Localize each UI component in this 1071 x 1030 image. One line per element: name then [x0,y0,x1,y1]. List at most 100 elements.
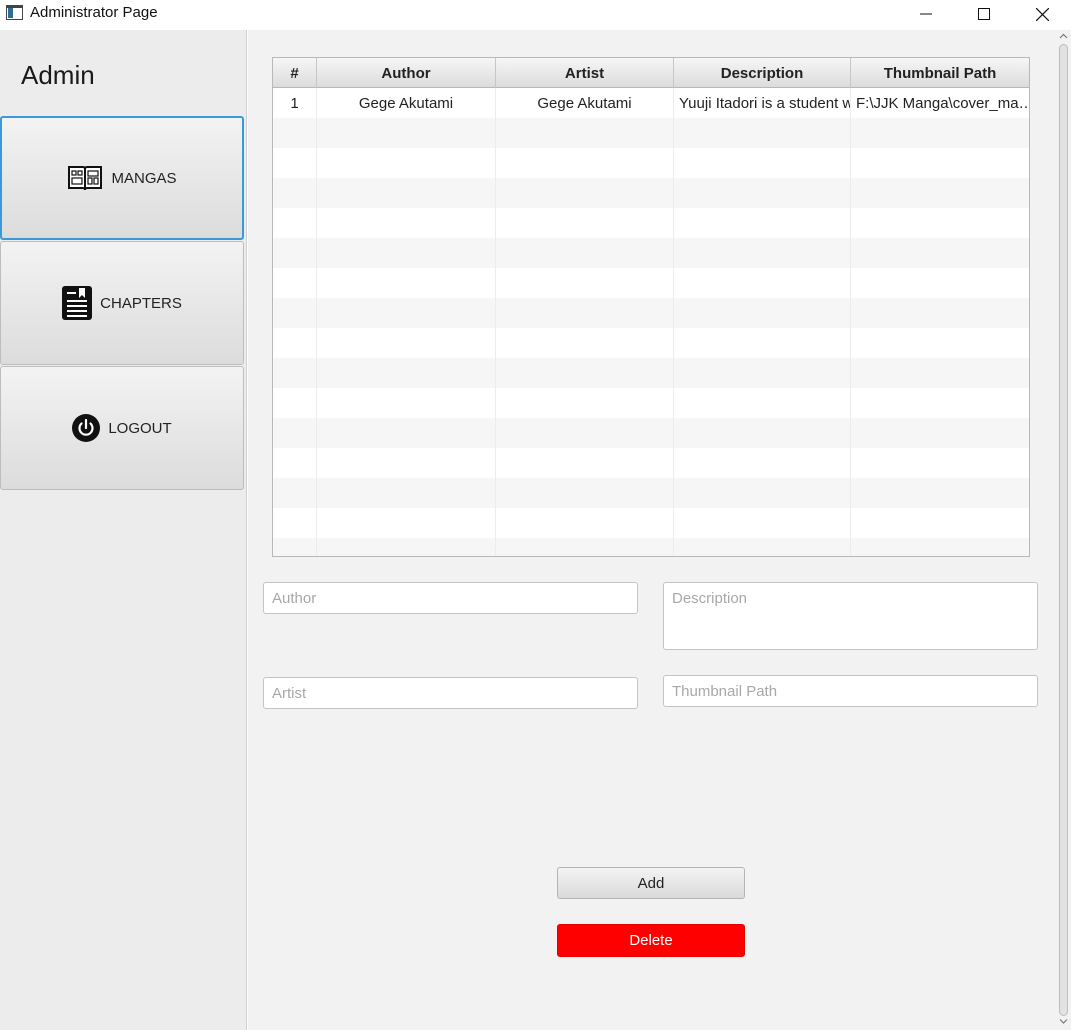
empty-cell [496,268,674,298]
minimize-icon [920,13,932,15]
empty-cell [273,298,317,328]
description-input[interactable] [663,582,1038,650]
empty-cell [317,478,496,508]
empty-cell [317,208,496,238]
sidebar-item-mangas[interactable]: MANGAS [0,116,244,240]
empty-cell [674,418,851,448]
table-body: 1 Gege Akutami Gege Akutami Yuuji Itador… [273,88,1029,556]
empty-cell [273,118,317,148]
sidebar-item-logout[interactable]: LOGOUT [0,366,244,490]
table-row[interactable]: 1 Gege Akutami Gege Akutami Yuuji Itador… [273,88,1029,118]
app-window-icon [6,5,23,20]
empty-cell [674,298,851,328]
empty-table-row [273,478,1029,508]
cell-author: Gege Akutami [317,88,496,118]
vertical-scrollbar[interactable] [1056,30,1071,1030]
cell-number: 1 [273,88,317,118]
empty-cell [674,238,851,268]
empty-cell [674,508,851,538]
empty-cell [851,388,1029,418]
sidebar-item-label: MANGAS [111,169,177,187]
delete-button[interactable]: Delete [557,924,745,957]
empty-cell [496,118,674,148]
empty-cell [496,148,674,178]
power-icon [72,414,101,442]
column-header-thumbnail-path[interactable]: Thumbnail Path [851,58,1029,88]
scroll-down-icon[interactable] [1059,1018,1068,1025]
empty-cell [674,328,851,358]
empty-cell [496,358,674,388]
scrollbar-thumb[interactable] [1059,44,1068,1016]
empty-cell [317,178,496,208]
empty-cell [317,328,496,358]
empty-table-row [273,148,1029,178]
empty-cell [851,118,1029,148]
empty-cell [273,208,317,238]
empty-cell [851,238,1029,268]
empty-table-row [273,268,1029,298]
empty-table-row [273,538,1029,556]
scroll-up-icon[interactable] [1059,33,1068,40]
empty-cell [674,178,851,208]
empty-cell [674,358,851,388]
title-bar: Administrator Page [0,0,1071,30]
empty-cell [851,358,1029,388]
empty-cell [851,418,1029,448]
table-header: # Author Artist Description Thumbnail Pa… [273,58,1029,88]
empty-cell [496,478,674,508]
cell-description: Yuuji Itadori is a student w [674,88,851,118]
empty-cell [851,148,1029,178]
empty-table-row [273,208,1029,238]
empty-cell [273,508,317,538]
empty-table-row [273,508,1029,538]
manga-table[interactable]: # Author Artist Description Thumbnail Pa… [272,57,1030,557]
column-header-description[interactable]: Description [674,58,851,88]
empty-cell [851,508,1029,538]
empty-cell [317,298,496,328]
sidebar-item-label: LOGOUT [108,419,172,437]
add-button[interactable]: Add [557,867,745,899]
empty-cell [851,178,1029,208]
empty-cell [674,148,851,178]
empty-cell [674,118,851,148]
empty-cell [851,538,1029,556]
maximize-icon [978,8,990,20]
empty-table-row [273,118,1029,148]
column-header-author[interactable]: Author [317,58,496,88]
document-icon [62,286,93,320]
empty-cell [273,418,317,448]
minimize-button[interactable] [903,0,949,28]
empty-cell [317,148,496,178]
empty-cell [317,448,496,478]
empty-table-row [273,358,1029,388]
empty-cell [317,118,496,148]
empty-cell [851,478,1029,508]
empty-cell [273,358,317,388]
empty-cell [496,328,674,358]
sidebar-title: Admin [21,60,95,90]
empty-cell [851,328,1029,358]
maximize-button[interactable] [961,0,1007,28]
sidebar-item-chapters[interactable]: CHAPTERS [0,241,244,365]
empty-cell [851,298,1029,328]
empty-cell [496,178,674,208]
author-input[interactable] [263,582,638,614]
empty-cell [496,298,674,328]
empty-cell [273,388,317,418]
empty-table-row [273,238,1029,268]
empty-cell [674,448,851,478]
empty-cell [496,388,674,418]
empty-cell [674,478,851,508]
thumbnail-path-input[interactable] [663,675,1038,707]
empty-cell [851,268,1029,298]
close-button[interactable] [1019,0,1065,28]
artist-input[interactable] [263,677,638,709]
empty-cell [496,238,674,268]
window-title: Administrator Page [30,4,158,21]
empty-cell [496,448,674,478]
column-header-artist[interactable]: Artist [496,58,674,88]
empty-table-row [273,178,1029,208]
empty-cell [273,328,317,358]
column-header-number[interactable]: # [273,58,317,88]
empty-table-row [273,388,1029,418]
